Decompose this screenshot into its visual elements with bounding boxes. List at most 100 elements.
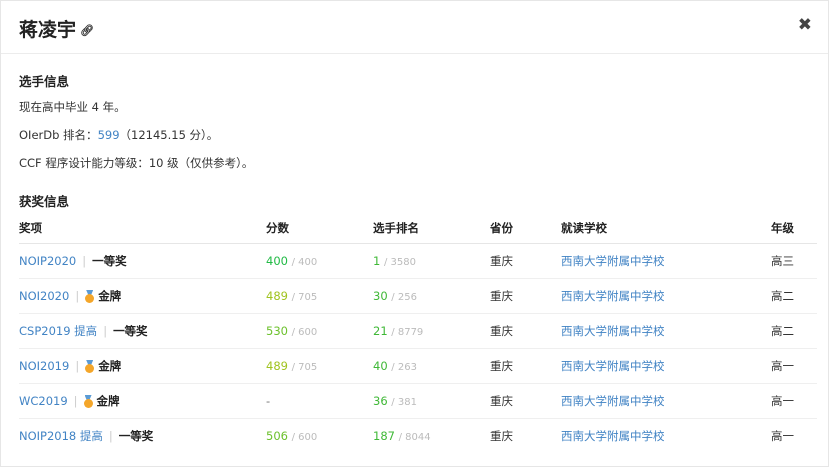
award-cell: NOIP2018 提高 | 一等奖 bbox=[19, 419, 266, 454]
school-link[interactable]: 西南大学附属中学校 bbox=[561, 394, 665, 408]
rank-value: 187 bbox=[373, 429, 395, 443]
award-level: 金牌 bbox=[96, 394, 120, 408]
rank-total: / 256 bbox=[391, 292, 417, 303]
player-name: 蒋凌宇 🔗︎ bbox=[19, 19, 94, 41]
score-total: / 400 bbox=[291, 257, 318, 268]
school-link[interactable]: 西南大学附属中学校 bbox=[561, 324, 665, 338]
divider: | bbox=[73, 394, 78, 408]
score-value: 489 bbox=[266, 359, 288, 373]
modal-header: 蒋凌宇 🔗︎ ✖ bbox=[1, 1, 828, 54]
rank-total: / 8779 bbox=[391, 327, 424, 338]
divider: | bbox=[108, 429, 113, 443]
award-cell: NOIP2020 | 一等奖 bbox=[19, 243, 266, 279]
player-info-heading: 选手信息 bbox=[19, 74, 70, 89]
table-row: NOIP2020 | 一等奖 400 / 400 1 / 3580 重庆 西南大学附属中学校… bbox=[19, 243, 817, 279]
score-value: 506 bbox=[266, 429, 288, 443]
table-row: NOI2020 | 金牌 489 / 705 30 / 256 重庆 西南大学附属中学校 高二 bbox=[19, 278, 817, 314]
rank-cell: 30 / 256 bbox=[373, 278, 490, 314]
school-cell: 西南大学附属中学校 bbox=[561, 278, 771, 314]
header-rank: 选手排名 bbox=[373, 213, 490, 244]
rank-total: / 3580 bbox=[383, 257, 416, 268]
close-button[interactable]: ✖ bbox=[798, 15, 812, 35]
score-cell: 506 / 600 bbox=[266, 419, 373, 454]
graduation-text: 现在高中毕业 4 年。 bbox=[19, 100, 126, 114]
school-cell: 西南大学附属中学校 bbox=[561, 419, 771, 454]
contest-link[interactable]: WC2019 bbox=[19, 394, 68, 408]
rank-value: 36 bbox=[373, 394, 388, 408]
school-cell: 西南大学附属中学校 bbox=[561, 313, 771, 349]
table-row: WC2019 | 金牌 - 36 / 381 重庆 西南大学附属中学校 高一 bbox=[19, 383, 817, 419]
awards-table: 奖项 分数 选手排名 省份 就读学校 年级 NOIP2020 | 一等奖 400 / 400 1 … bbox=[19, 213, 817, 453]
province-cell: 重庆 bbox=[490, 383, 561, 419]
link-icon[interactable]: 🔗︎ bbox=[80, 24, 94, 37]
score-cell: 400 / 400 bbox=[266, 243, 373, 279]
divider: | bbox=[75, 289, 80, 303]
score-cell: 530 / 600 bbox=[266, 313, 373, 349]
score-value: 530 bbox=[266, 324, 288, 338]
awards-heading: 获奖信息 bbox=[19, 194, 70, 209]
contest-link[interactable]: NOI2019 bbox=[19, 359, 69, 373]
grade-cell: 高二 bbox=[771, 313, 817, 349]
rank-cell: 36 / 381 bbox=[373, 383, 490, 419]
province-cell: 重庆 bbox=[490, 429, 513, 443]
table-row: NOIP2018 提高 | 一等奖 506 / 600 187 / 8044 重庆 西南大学… bbox=[19, 419, 817, 454]
province-cell: 重庆 bbox=[490, 243, 561, 279]
header-award: 奖项 bbox=[19, 213, 266, 244]
contest-link[interactable]: NOIP2020 bbox=[19, 254, 76, 268]
score-value: 489 bbox=[266, 289, 288, 303]
contest-link[interactable]: NOIP2018 提高 bbox=[19, 429, 103, 443]
rank-value: 30 bbox=[373, 289, 388, 303]
school-link[interactable]: 西南大学附属中学校 bbox=[561, 429, 665, 443]
rank-total: / 263 bbox=[391, 362, 417, 373]
oierdb-rank-text: OIerDb 排名：599（12145.15 分）。 bbox=[19, 128, 219, 142]
grade-cell: 高一 bbox=[771, 348, 817, 384]
score-cell: 489 / 705 bbox=[266, 348, 373, 384]
divider: | bbox=[103, 324, 108, 338]
score-total: / 600 bbox=[291, 327, 318, 338]
contest-link[interactable]: NOI2020 bbox=[19, 289, 69, 303]
score-cell: - bbox=[266, 383, 373, 419]
school-cell: 西南大学附属中学校 bbox=[561, 348, 771, 384]
rank-value: 21 bbox=[373, 324, 388, 338]
rank-cell: 1 / 3580 bbox=[373, 243, 490, 279]
school-cell: 西南大学附属中学校 bbox=[561, 383, 771, 419]
rank-value: 40 bbox=[373, 359, 388, 373]
score-value: 400 bbox=[266, 254, 288, 268]
score-value: - bbox=[266, 394, 271, 408]
school-link[interactable]: 西南大学附属中学校 bbox=[561, 289, 665, 303]
rank-value: 1 bbox=[373, 254, 381, 268]
school-link[interactable]: 西南大学附属中学校 bbox=[561, 254, 665, 268]
ccf-level-text: CCF 程序设计能力等级：10 级（仅供参考）。 bbox=[19, 156, 254, 170]
contest-link[interactable]: CSP2019 提高 bbox=[19, 324, 97, 338]
grade-cell: 高二 bbox=[771, 278, 817, 314]
header-province: 省份 bbox=[490, 213, 561, 244]
player-modal: 蒋凌宇 🔗︎ ✖ 选手信息 现在高中毕业 4 年。 OIerDb 排名：599（1… bbox=[0, 0, 829, 467]
gold-medal-icon bbox=[85, 290, 95, 303]
score-total: / 705 bbox=[291, 292, 318, 303]
header-grade: 年级 bbox=[771, 213, 817, 244]
header-school: 就读学校 bbox=[561, 213, 771, 244]
award-level: 一等奖 bbox=[113, 324, 148, 338]
divider: | bbox=[82, 254, 87, 268]
rank-cell: 21 / 8779 bbox=[373, 313, 490, 349]
province-cell: 重庆 bbox=[490, 278, 561, 314]
award-cell: NOI2020 | 金牌 bbox=[19, 278, 266, 314]
award-level: 一等奖 bbox=[118, 429, 154, 443]
award-cell: WC2019 | 金牌 bbox=[19, 383, 266, 419]
rank-link[interactable]: 599 bbox=[98, 128, 120, 142]
rank-total: / 8044 bbox=[398, 432, 431, 443]
school-link[interactable]: 西南大学附属中学校 bbox=[561, 359, 665, 373]
award-cell: NOI2019 | 金牌 bbox=[19, 348, 266, 384]
gold-medal-icon bbox=[85, 360, 95, 373]
grade-cell: 高一 bbox=[771, 383, 817, 419]
table-row: NOI2019 | 金牌 489 / 705 40 / 263 重庆 西南大学附属中学校 高一 bbox=[19, 348, 817, 384]
table-row: CSP2019 提高 | 一等奖 530 / 600 21 / 8779 重庆 西南大学附属… bbox=[19, 313, 817, 349]
grade-cell: 高一 bbox=[771, 429, 794, 443]
divider: | bbox=[75, 359, 80, 373]
rank-total: / 381 bbox=[391, 397, 417, 408]
score-total: / 600 bbox=[291, 432, 318, 443]
close-icon[interactable]: ✖ bbox=[798, 15, 812, 35]
award-cell: CSP2019 提高 | 一等奖 bbox=[19, 313, 266, 349]
school-cell: 西南大学附属中学校 bbox=[561, 243, 771, 279]
header-score: 分数 bbox=[266, 213, 373, 244]
